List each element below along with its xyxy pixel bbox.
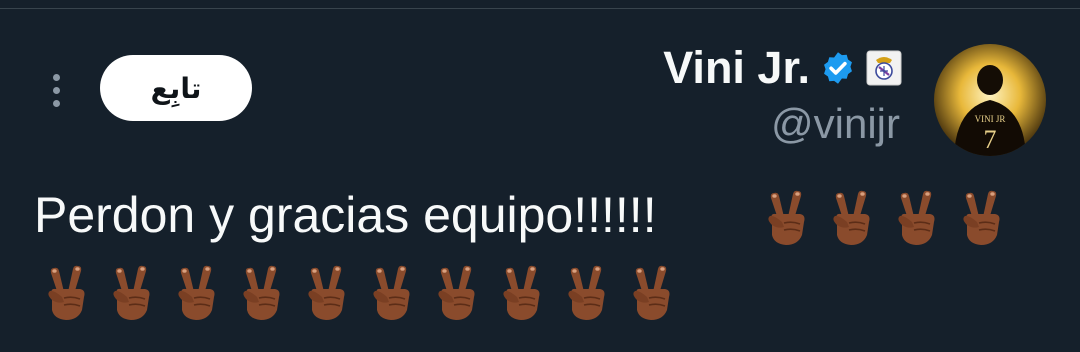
emoji-line-1 (760, 185, 1020, 251)
victory-hand-emoji (768, 190, 805, 245)
author-name-row: Vini Jr. (663, 40, 902, 96)
victory-hand-emoji (503, 265, 540, 320)
emoji-line-2 (40, 260, 690, 326)
victory-hand-emoji (963, 190, 1000, 245)
more-icon-dot (52, 86, 60, 94)
victory-hand-emoji (308, 265, 345, 320)
follow-button[interactable]: تابِع (100, 55, 252, 121)
more-options-button[interactable] (38, 68, 74, 112)
club-crest-icon[interactable] (866, 50, 902, 86)
tweet-text-body: Perdon y gracias equipo!!!!!! (34, 186, 657, 243)
verified-badge-icon (824, 52, 852, 84)
victory-hand-emoji (833, 190, 870, 245)
avatar-jersey-text: VINI JR (975, 114, 1006, 124)
victory-hand-emoji (568, 265, 605, 320)
victory-hand-emoji (48, 265, 85, 320)
top-divider (0, 8, 1080, 9)
avatar-jersey-number: 7 (984, 125, 997, 154)
victory-hand-emoji (243, 265, 280, 320)
victory-hand-emoji (898, 190, 935, 245)
avatar-image: VINI JR 7 (934, 44, 1046, 156)
victory-hand-emoji (178, 265, 215, 320)
display-name[interactable]: Vini Jr. (663, 42, 810, 94)
more-icon-dot (52, 73, 60, 81)
more-icon-dot (52, 99, 60, 107)
victory-hand-emoji (633, 265, 670, 320)
avatar[interactable]: VINI JR 7 (934, 44, 1046, 156)
victory-hand-emoji (373, 265, 410, 320)
victory-hand-emoji (113, 265, 150, 320)
user-handle[interactable]: @vinijr (771, 100, 900, 148)
victory-hand-emoji (438, 265, 475, 320)
